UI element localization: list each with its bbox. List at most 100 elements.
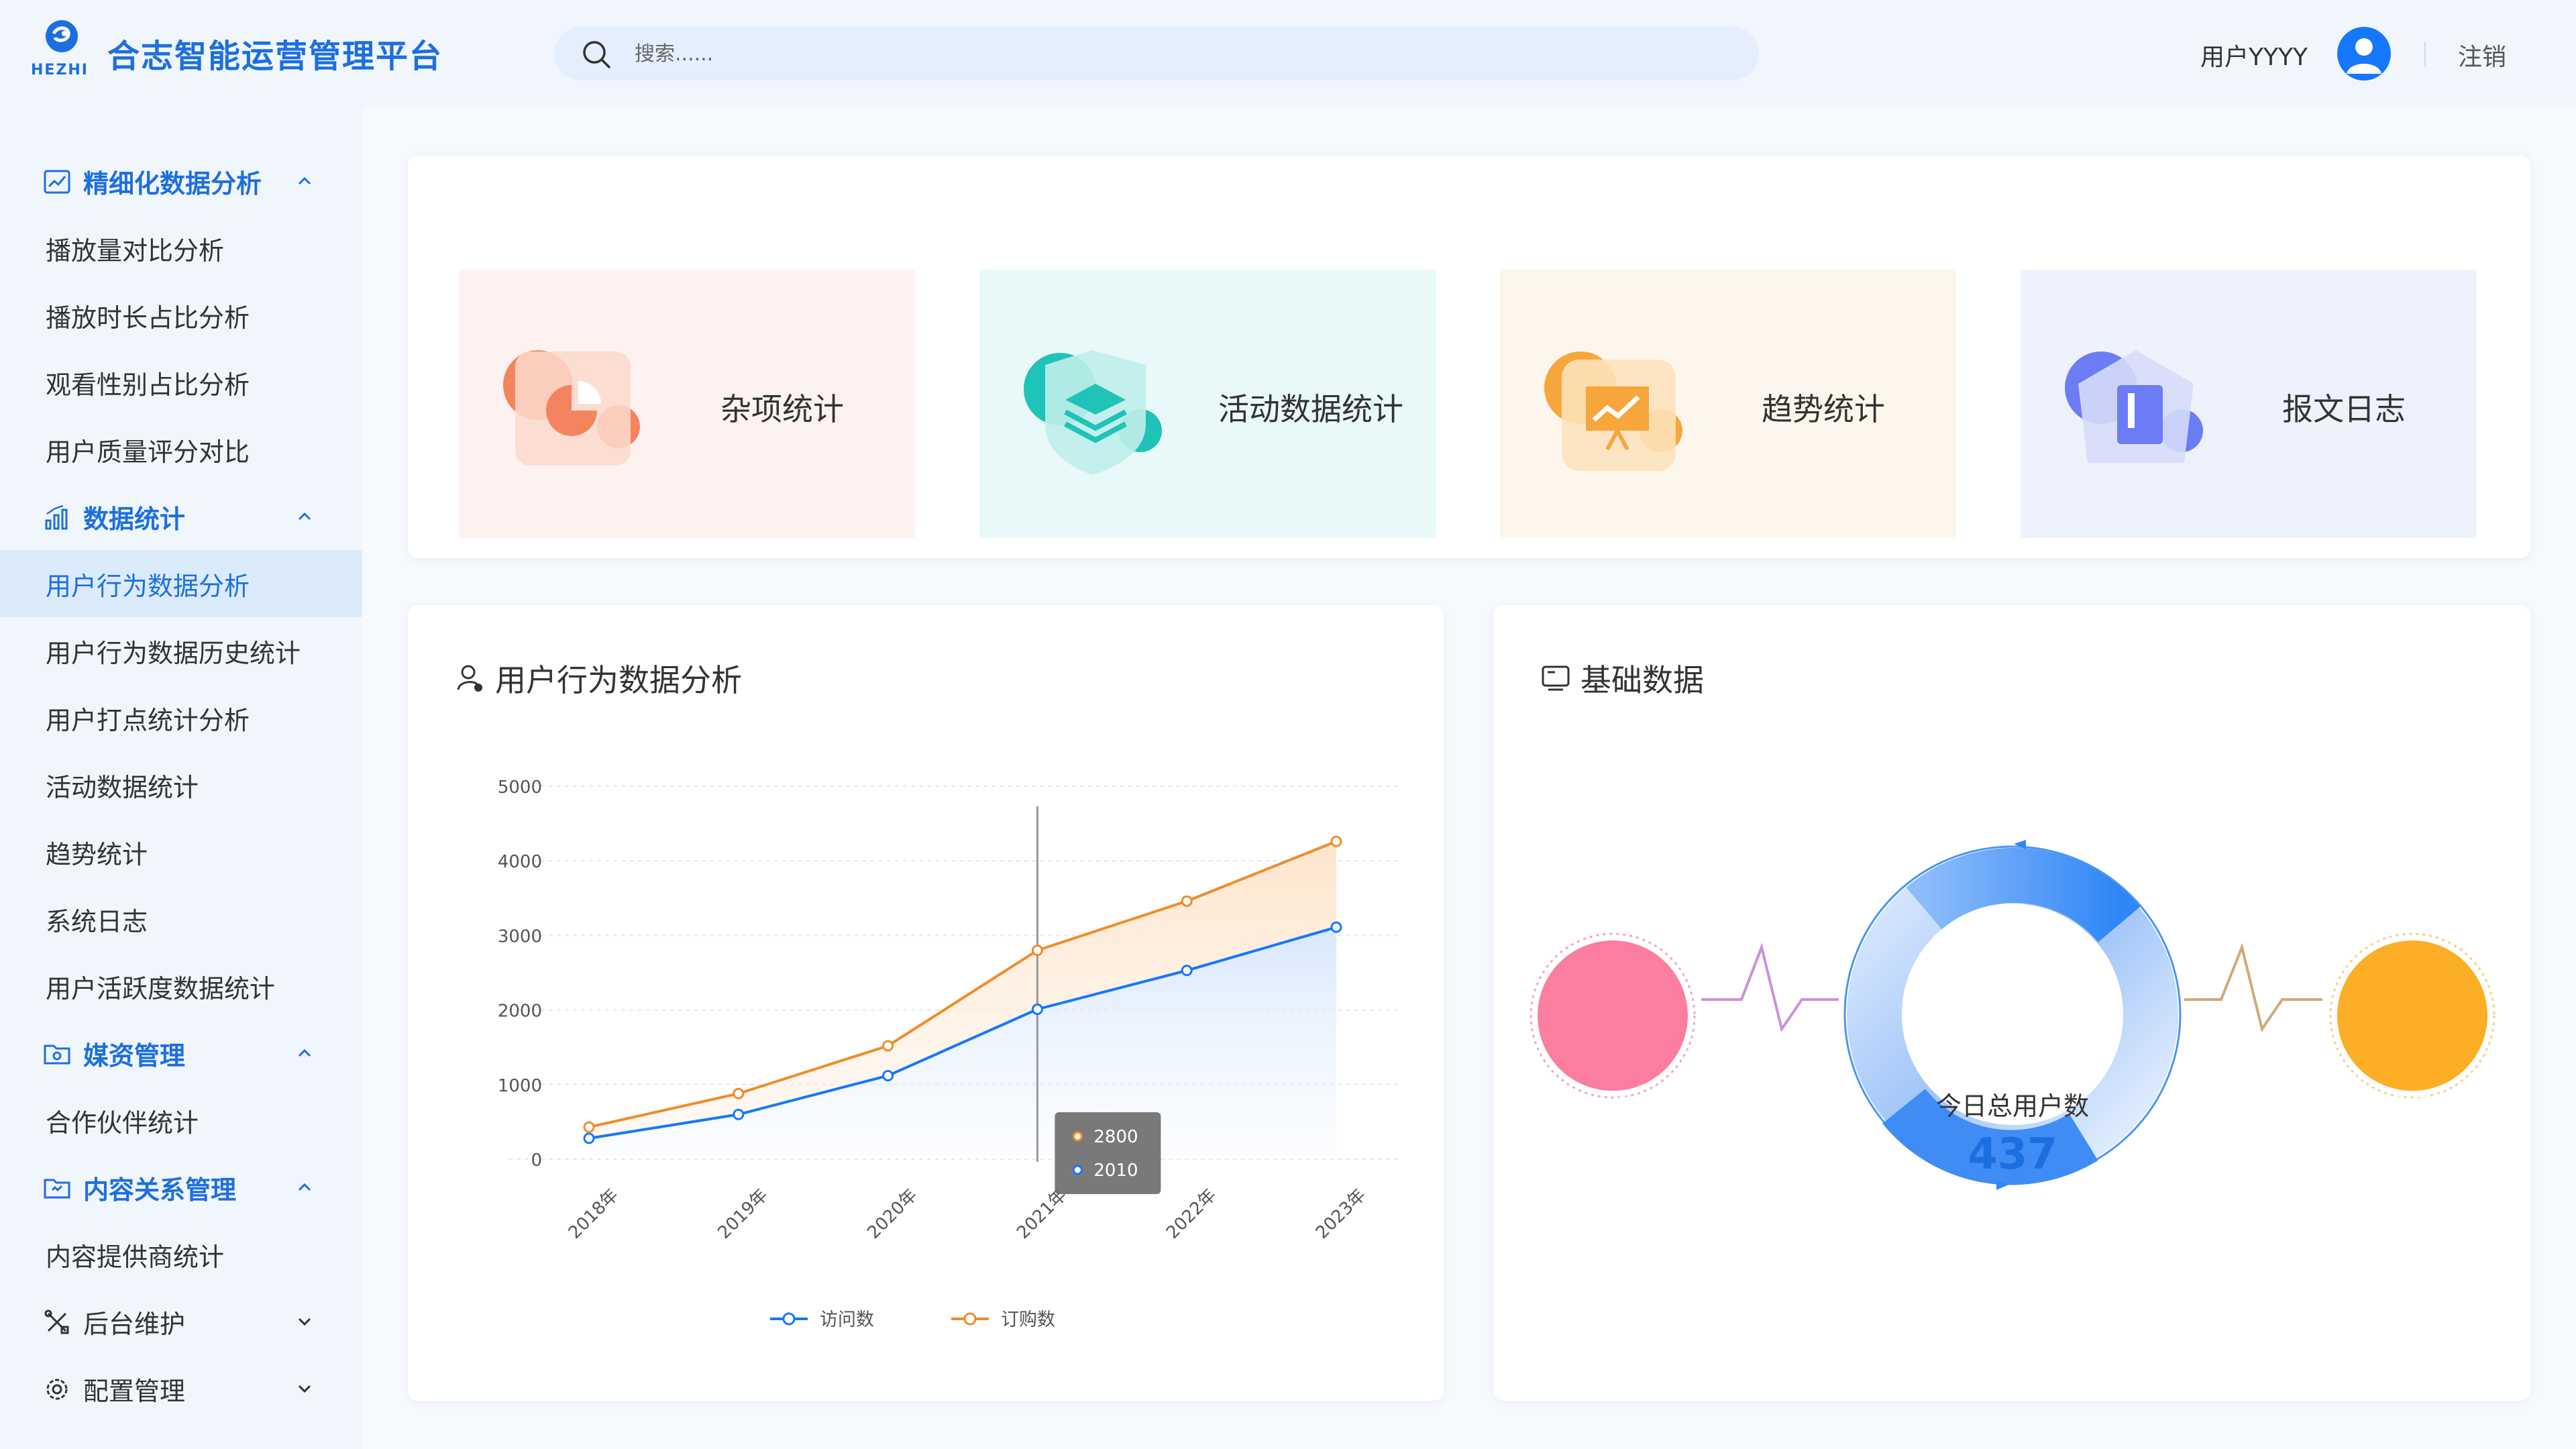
sidebar-group-config[interactable]: 配置管理 xyxy=(0,1355,362,1422)
x-tick-label: 2019年 xyxy=(714,1185,772,1243)
sidebar-group-fine-analysis[interactable]: 精细化数据分析 xyxy=(0,148,362,215)
chevron-down-icon[interactable] xyxy=(295,1379,314,1398)
sidebar-item-label: 合作伙伴统计 xyxy=(46,1108,199,1138)
logout-button[interactable]: 注销 xyxy=(2458,38,2506,72)
chevron-up-icon[interactable] xyxy=(295,1178,314,1197)
tile-label: 杂项统计 xyxy=(720,391,844,427)
sidebar-item-play-compare[interactable]: 播放量对比分析 xyxy=(0,215,362,282)
chevron-up-icon[interactable] xyxy=(295,1044,314,1063)
sidebar-item-label: 活动数据统计 xyxy=(46,772,199,802)
legend-label: 访问数 xyxy=(820,1309,874,1330)
tooltip-value: 2800 xyxy=(1093,1127,1138,1147)
header-divider xyxy=(2424,42,2426,67)
tile-activity-stats[interactable]: 活动数据统计 xyxy=(979,270,1436,538)
pulse-line-right xyxy=(2184,943,2322,1032)
data-point xyxy=(1031,945,1043,957)
sidebar-item-gender-ratio[interactable]: 观看性别占比分析 xyxy=(0,349,362,416)
search-input[interactable] xyxy=(635,27,1708,80)
sidebar-item-trend-stats[interactable]: 趋势统计 xyxy=(0,818,362,885)
chevron-down-icon[interactable] xyxy=(295,1312,314,1331)
behavior-line-chart[interactable]: 0100020003000400050002018年 2019年 2020年 2021… xyxy=(408,605,1444,1401)
chevron-up-icon[interactable] xyxy=(295,172,314,191)
content-folder-icon xyxy=(44,1179,70,1199)
app-title: 合志智能运营管理平台 xyxy=(107,38,443,75)
sidebar-item-label: 播放量对比分析 xyxy=(46,235,225,266)
data-point xyxy=(1330,921,1342,933)
top-header: HEZHI 合志智能运营管理平台 用户YYYY 注销 xyxy=(0,0,2576,107)
tile-trend-stats[interactable]: 趋势统计 xyxy=(1500,270,1956,538)
sidebar-item-label: 用户行为数据分析 xyxy=(46,571,250,601)
data-point xyxy=(1181,965,1193,977)
sidebar-item-label: 系统日志 xyxy=(46,906,148,936)
data-point xyxy=(882,1040,894,1052)
sidebar-group-label: 精细化数据分析 xyxy=(83,168,262,199)
data-point xyxy=(583,1132,595,1144)
logo-text: HEZHI xyxy=(31,62,89,78)
sidebar-item-behavior-history[interactable]: 用户行为数据历史统计 xyxy=(0,617,362,684)
sidebar-item-label: 用户活跃度数据统计 xyxy=(46,973,276,1004)
user-avatar-icon xyxy=(2347,38,2381,74)
search-bar[interactable] xyxy=(554,27,1759,80)
presentation-icon xyxy=(1544,352,1682,471)
sidebar-item-label: 趋势统计 xyxy=(46,839,148,869)
avatar[interactable] xyxy=(2337,27,2391,80)
sidebar-group-media[interactable]: 媒资管理 xyxy=(0,1020,362,1087)
legend-marker xyxy=(782,1312,796,1326)
trend-chart-icon xyxy=(44,170,70,194)
tile-label: 活动数据统计 xyxy=(1218,391,1403,427)
sidebar-item-system-log[interactable]: 系统日志 xyxy=(0,885,362,953)
sidebar-group-label: 配置管理 xyxy=(83,1376,186,1406)
layers-icon xyxy=(1024,350,1162,475)
sidebar-group-label: 数据统计 xyxy=(83,504,186,534)
x-tick-label: 2020年 xyxy=(863,1185,921,1243)
data-point xyxy=(583,1121,595,1133)
basic-data-panel: 基础数据 当天新增 413 今日总用户数 437 实际生产 24 xyxy=(1493,605,2530,1401)
user-behavior-panel: 用户行为数据分析 0 1000 2000 3000 4000 5000 2018年 2019年… xyxy=(408,605,1444,1401)
legend-marker xyxy=(963,1312,977,1326)
sidebar-item-label: 内容提供商统计 xyxy=(46,1242,225,1272)
data-point xyxy=(733,1087,745,1099)
sidebar-item-play-duration[interactable]: 播放时长占比分析 xyxy=(0,282,362,349)
sidebar-item-label: 观看性别占比分析 xyxy=(46,370,250,400)
data-point xyxy=(1330,835,1342,847)
bar-chart-icon xyxy=(45,504,68,530)
quick-entry-card: 杂项统计 活动数据统计 趋势统计 报文日志 xyxy=(408,156,2530,558)
sidebar-item-partner-stats[interactable]: 合作伙伴统计 xyxy=(0,1087,362,1154)
y-tick-label: 1000 xyxy=(498,1076,542,1096)
sidebar-item-user-activity[interactable]: 用户活跃度数据统计 xyxy=(0,953,362,1020)
tools-icon xyxy=(44,1309,69,1334)
tile-label: 趋势统计 xyxy=(1762,391,1885,427)
main-content: 杂项统计 活动数据统计 趋势统计 报文日志 用户行为数据分析 0 1000 20… xyxy=(362,107,2576,1449)
chevron-up-icon[interactable] xyxy=(295,507,314,526)
sidebar-item-tracking-stats[interactable]: 用户打点统计分析 xyxy=(0,684,362,751)
tile-label: 报文日志 xyxy=(2282,391,2406,427)
data-point xyxy=(733,1108,745,1120)
tile-misc-stats[interactable]: 杂项统计 xyxy=(459,270,915,538)
y-tick-label: 3000 xyxy=(498,926,542,947)
sidebar: 精细化数据分析 播放量对比分析 播放时长占比分析 观看性别占比分析 用户质量评分… xyxy=(0,107,362,1449)
sidebar-item-user-behavior[interactable]: 用户行为数据分析 xyxy=(0,550,362,617)
tile-message-log[interactable]: 报文日志 xyxy=(2021,270,2477,538)
y-tick-label: 4000 xyxy=(498,852,542,872)
settings-icon xyxy=(46,1379,68,1400)
sidebar-group-maintenance[interactable]: 后台维护 xyxy=(0,1288,362,1355)
y-tick-label: 5000 xyxy=(498,777,542,798)
user-name[interactable]: 用户YYYY xyxy=(2200,38,2308,72)
sidebar-item-quality-score[interactable]: 用户质量评分对比 xyxy=(0,416,362,483)
y-tick-label: 0 xyxy=(531,1150,542,1171)
x-tick-label: 2018年 xyxy=(565,1185,623,1243)
actual-production-label: 实际生产 xyxy=(2372,1091,2453,1114)
today-new-value: 413 xyxy=(1583,1122,1642,1158)
sidebar-group-label: 内容关系管理 xyxy=(83,1175,237,1205)
sidebar-item-label: 用户行为数据历史统计 xyxy=(46,638,301,668)
search-icon[interactable] xyxy=(581,39,612,70)
sidebar-item-activity-stats[interactable]: 活动数据统计 xyxy=(0,751,362,818)
data-point xyxy=(1031,1003,1043,1015)
x-tick-label: 2022年 xyxy=(1163,1185,1220,1243)
pulse-line-left xyxy=(1701,943,1839,1032)
sidebar-group-label: 媒资管理 xyxy=(83,1040,186,1071)
sidebar-group-data-stats[interactable]: 数据统计 xyxy=(0,483,362,550)
sidebar-group-content[interactable]: 内容关系管理 xyxy=(0,1154,362,1221)
sidebar-item-provider-stats[interactable]: 内容提供商统计 xyxy=(0,1221,362,1288)
sidebar-item-label: 用户打点统计分析 xyxy=(46,705,250,735)
